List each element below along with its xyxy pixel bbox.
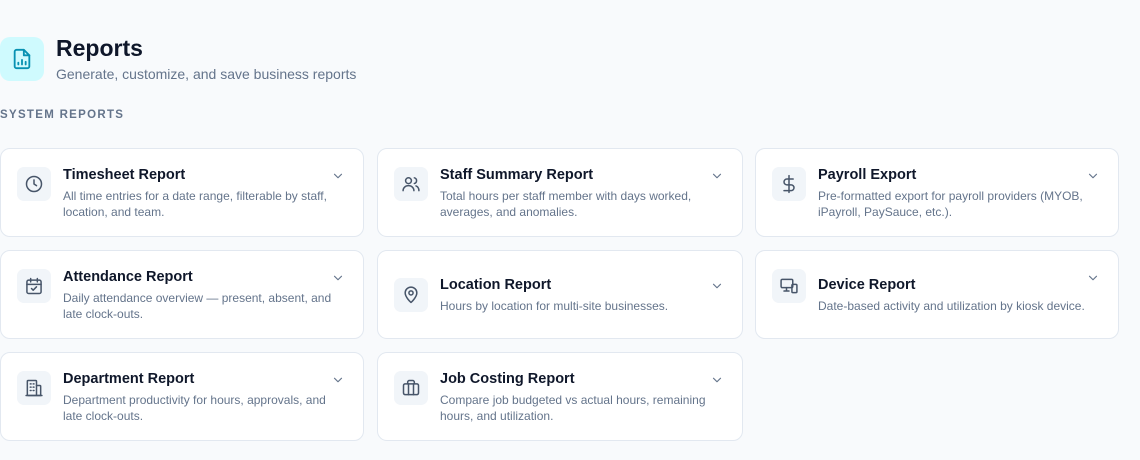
chevron-down-icon[interactable] [1086, 271, 1100, 290]
report-card-department[interactable]: Department Report Department productivit… [0, 352, 364, 441]
report-title: Staff Summary Report [440, 166, 594, 183]
chevron-down-icon[interactable] [710, 169, 724, 188]
calendar-check-icon [17, 269, 51, 303]
report-chart-icon [0, 36, 44, 81]
clock-icon [17, 167, 51, 201]
report-card-attendance[interactable]: Attendance Report Daily attendance overv… [0, 250, 364, 339]
report-title: Device Report [818, 276, 916, 293]
report-description: All time entries for a date range, filte… [63, 188, 327, 219]
report-description: Date-based activity and utilization by k… [818, 298, 1085, 313]
report-description: Daily attendance overview — present, abs… [63, 290, 332, 321]
report-card-staff-summary[interactable]: Staff Summary Report Total hours per sta… [377, 148, 743, 237]
chevron-down-icon[interactable] [331, 271, 345, 290]
page-title: Reports [56, 35, 143, 61]
dollar-icon [772, 167, 806, 201]
report-title: Attendance Report [63, 268, 193, 285]
report-description: Pre-formatted export for payroll provide… [818, 188, 1083, 219]
chevron-down-icon[interactable] [710, 279, 724, 298]
chevron-down-icon[interactable] [331, 373, 345, 392]
devices-icon [772, 269, 806, 303]
report-card-job-costing[interactable]: Job Costing Report Compare job budgeted … [377, 352, 743, 441]
report-title: Payroll Export [818, 166, 917, 183]
report-title: Department Report [63, 370, 195, 387]
report-title: Location Report [440, 276, 552, 293]
report-card-payroll-export[interactable]: Payroll Export Pre-formatted export for … [755, 148, 1119, 237]
chevron-down-icon[interactable] [1086, 169, 1100, 188]
report-description: Department productivity for hours, appro… [63, 392, 326, 423]
report-card-timesheet[interactable]: Timesheet Report All time entries for a … [0, 148, 364, 237]
chevron-down-icon[interactable] [710, 373, 724, 392]
chevron-down-icon[interactable] [331, 169, 345, 188]
report-card-device[interactable]: Device Report Date-based activity and ut… [755, 250, 1119, 339]
building-icon [17, 371, 51, 405]
report-description: Compare job budgeted vs actual hours, re… [440, 392, 706, 423]
report-title: Job Costing Report [440, 370, 575, 387]
users-icon [394, 167, 428, 201]
page-header: Reports Generate, customize, and save bu… [0, 34, 356, 83]
report-card-location[interactable]: Location Report Hours by location for mu… [377, 250, 743, 339]
map-pin-icon [394, 277, 428, 312]
section-label-system-reports: SYSTEM REPORTS [0, 109, 125, 121]
reports-page: Reports Generate, customize, and save bu… [0, 0, 1140, 460]
page-subtitle: Generate, customize, and save business r… [56, 66, 357, 82]
report-description: Total hours per staff member with days w… [440, 188, 692, 219]
briefcase-icon [394, 371, 428, 405]
report-title: Timesheet Report [63, 166, 186, 183]
report-description: Hours by location for multi-site busines… [440, 298, 669, 313]
